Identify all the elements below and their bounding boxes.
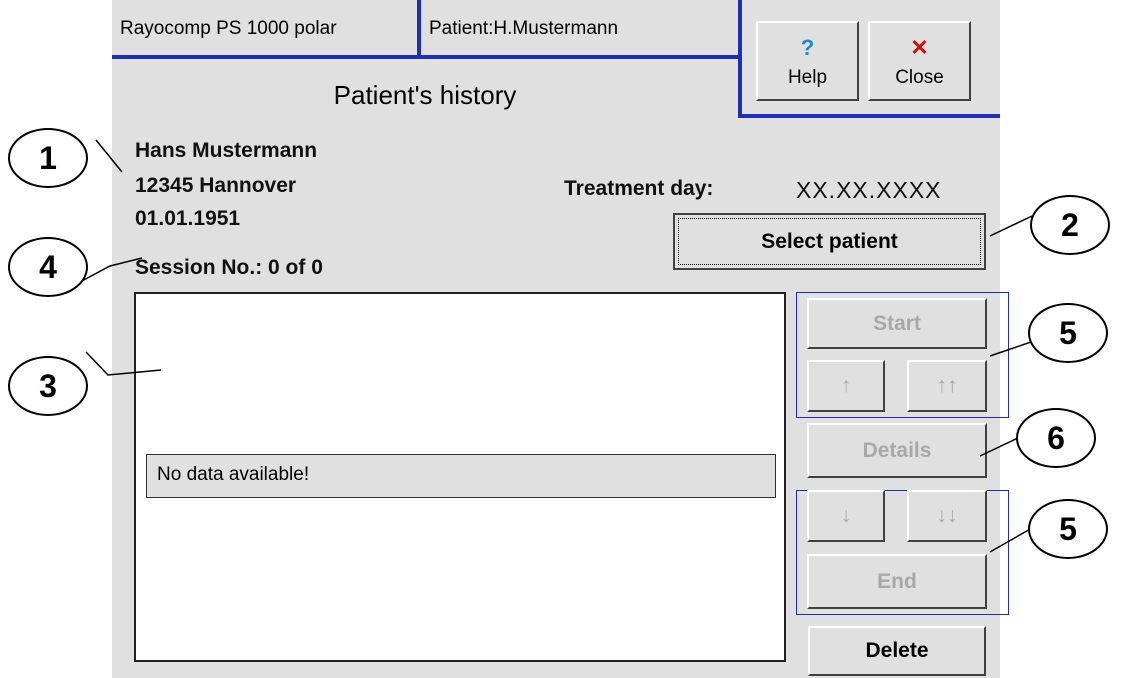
callout-leaders: [79, 139, 1033, 553]
callout-2: 2: [1030, 195, 1110, 255]
callout-5-bottom: 5: [1028, 499, 1108, 559]
callout-4: 4: [8, 237, 88, 297]
callout-1: 1: [8, 128, 88, 188]
callout-3: 3: [8, 356, 88, 416]
callout-6: 6: [1016, 408, 1096, 468]
callout-5-top: 5: [1028, 303, 1108, 363]
